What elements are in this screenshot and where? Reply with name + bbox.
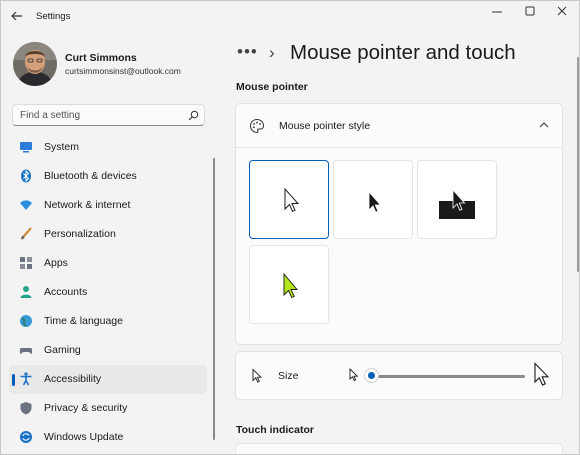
back-arrow-icon[interactable] (9, 8, 25, 24)
bluetooth-icon (21, 169, 31, 183)
sidebar-item-apps[interactable]: Apps (9, 249, 207, 278)
inverted-pointer-icon (439, 188, 475, 219)
pointer-style-black[interactable] (333, 160, 413, 239)
sidebar-nav: System Bluetooth & devices Network & int… (9, 133, 207, 452)
update-icon (20, 431, 32, 443)
mouse-pointer-style-label: Mouse pointer style (279, 120, 371, 132)
pointer-size-slider[interactable] (371, 375, 525, 378)
maximize-icon[interactable] (517, 3, 543, 19)
pointer-size-label: Size (278, 370, 299, 382)
sidebar-item-label: Windows Update (44, 431, 124, 443)
sidebar-item-label: Privacy & security (44, 402, 128, 414)
minimize-icon[interactable] (484, 3, 510, 19)
brush-icon (21, 227, 32, 240)
sidebar-item-label: Network & internet (44, 199, 131, 211)
close-icon[interactable] (549, 3, 575, 19)
sidebar-item-windows-update[interactable]: Windows Update (9, 423, 207, 452)
pointer-style-white[interactable] (249, 160, 329, 239)
user-email: curtsimmonsinst@outlook.com (65, 66, 181, 76)
sidebar-item-label: Accessibility (44, 373, 102, 385)
black-pointer-icon (368, 190, 382, 213)
large-pointer-icon (534, 362, 550, 386)
search-input[interactable] (20, 108, 180, 123)
sidebar-item-accessibility[interactable]: Accessibility (9, 365, 207, 394)
sidebar-item-bluetooth[interactable]: Bluetooth & devices (9, 162, 207, 191)
pointer-size-card: Size (235, 351, 563, 400)
page-title: Mouse pointer and touch (290, 41, 516, 64)
apps-icon (20, 257, 32, 269)
sidebar-item-accounts[interactable]: Accounts (9, 278, 207, 307)
globe-icon (20, 315, 32, 327)
slider-thumb[interactable] (363, 368, 379, 383)
small-pointer-icon (349, 368, 359, 382)
chevron-up-icon[interactable] (538, 120, 550, 130)
window-title: Settings (36, 11, 71, 22)
sidebar-item-label: Time & language (44, 315, 123, 327)
accessibility-icon (20, 372, 32, 386)
pointer-size-icon (252, 368, 263, 383)
palette-icon (249, 118, 265, 134)
custom-color-pointer-icon (283, 272, 298, 299)
settings-window: Settings Curt Simmons curtsimmonsinst@ou… (0, 0, 580, 455)
sidebar-item-label: Bluetooth & devices (44, 170, 137, 182)
user-photo-icon (13, 42, 57, 86)
section-title-touch-indicator: Touch indicator (236, 424, 314, 436)
search-box[interactable] (12, 104, 205, 126)
pointer-style-custom[interactable] (249, 245, 329, 324)
sidebar-item-label: Personalization (44, 228, 116, 240)
main-scrollbar[interactable] (577, 57, 579, 272)
sidebar-item-personalization[interactable]: Personalization (9, 220, 207, 249)
gaming-icon (19, 348, 33, 354)
pointer-style-inverted[interactable] (417, 160, 497, 239)
sidebar-item-label: Apps (44, 257, 68, 269)
touch-indicator-card[interactable] (235, 443, 563, 454)
breadcrumb-more-button[interactable]: ••• (237, 42, 258, 62)
user-name: Curt Simmons (65, 52, 137, 64)
sidebar-scrollbar[interactable] (213, 158, 215, 440)
mouse-pointer-style-header[interactable]: Mouse pointer style (236, 104, 562, 148)
title-bar: Settings (1, 1, 579, 31)
sidebar-item-label: System (44, 141, 80, 153)
accounts-icon (20, 286, 32, 298)
section-title-mouse-pointer: Mouse pointer (236, 81, 308, 93)
wifi-icon (20, 200, 32, 210)
sidebar-item-gaming[interactable]: Gaming (9, 336, 207, 365)
search-icon[interactable] (188, 110, 199, 121)
mouse-pointer-style-card: Mouse pointer style (235, 103, 563, 345)
breadcrumb-separator: › (269, 43, 275, 62)
active-indicator (12, 374, 15, 386)
white-pointer-icon (284, 187, 300, 213)
sidebar-item-privacy[interactable]: Privacy & security (9, 394, 207, 423)
sidebar-item-network[interactable]: Network & internet (9, 191, 207, 220)
avatar[interactable] (13, 42, 57, 86)
sidebar-item-label: Accounts (44, 286, 88, 298)
sidebar-item-system[interactable]: System (9, 133, 207, 162)
sidebar-item-label: Gaming (44, 344, 81, 356)
system-icon (20, 142, 32, 153)
sidebar-item-time-language[interactable]: Time & language (9, 307, 207, 336)
shield-icon (20, 402, 32, 415)
